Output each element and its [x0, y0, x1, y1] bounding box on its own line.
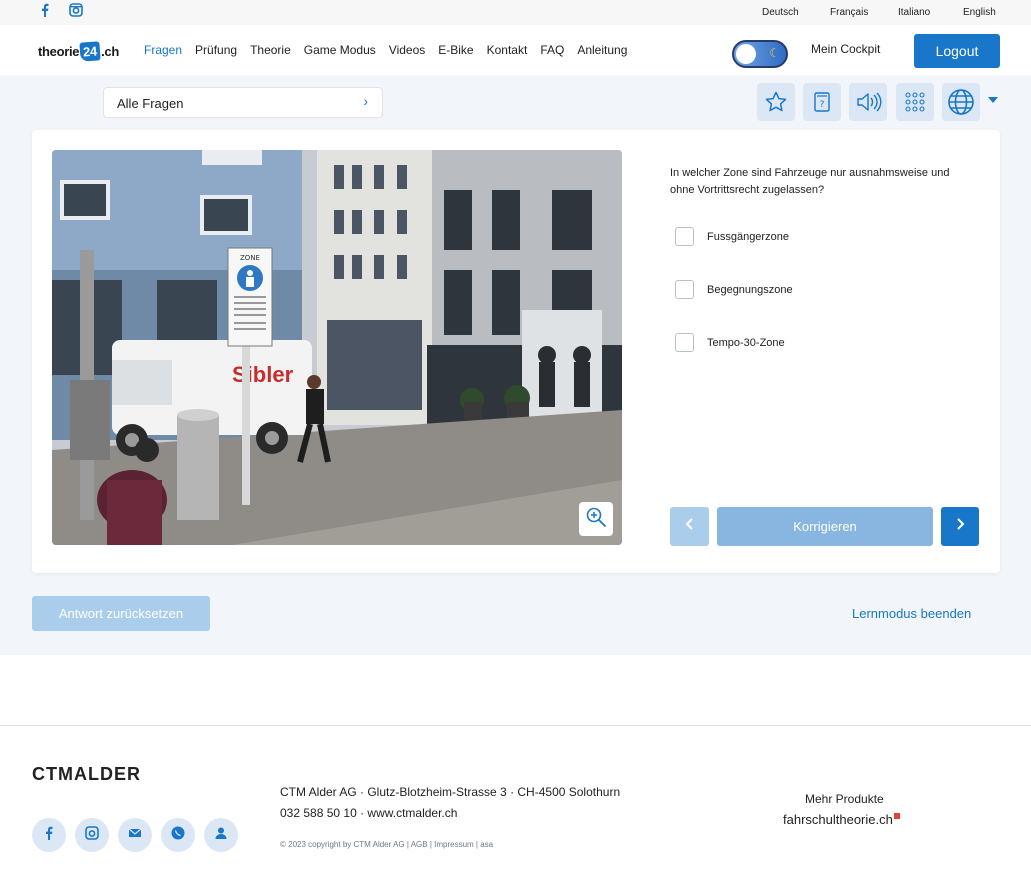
audio-button[interactable] — [849, 83, 887, 121]
answer-option-3[interactable]: Tempo-30-Zone — [675, 333, 785, 352]
answer-checkbox-1[interactable] — [675, 227, 694, 246]
nav-videos[interactable]: Videos — [389, 43, 425, 57]
whatsapp-icon — [170, 825, 186, 846]
lang-deutsch[interactable]: Deutsch — [762, 7, 799, 18]
company-contact: 032 588 50 10 · www.ctmalder.ch — [280, 806, 458, 820]
nav-pruefung[interactable]: Prüfung — [195, 43, 237, 57]
nav-anleitung[interactable]: Anleitung — [577, 43, 627, 57]
user-icon — [214, 826, 228, 845]
footer-email-button[interactable] — [118, 818, 152, 852]
site-logo[interactable]: theorie 24 .ch — [38, 38, 119, 64]
question-card: Sibler ZONE In welcher Zone sind Fahrzeu… — [32, 130, 1000, 573]
question-image: Sibler ZONE — [52, 150, 622, 545]
footer-whatsapp-button[interactable] — [161, 818, 195, 852]
nav-theorie[interactable]: Theorie — [250, 43, 291, 57]
footer-instagram-button[interactable] — [75, 818, 109, 852]
fahrschultheorie-link[interactable]: fahrschultheorie.ch — [783, 812, 900, 827]
answer-option-2[interactable]: Begegnungszone — [675, 280, 793, 299]
instagram-icon[interactable] — [69, 3, 83, 22]
zoom-button[interactable] — [579, 502, 613, 536]
quit-learn-mode-link[interactable]: Lernmodus beenden — [852, 606, 971, 621]
nav-faq[interactable]: FAQ — [540, 43, 564, 57]
question-filter-select[interactable]: Alle Fragen › — [103, 87, 383, 118]
nav-e-bike[interactable]: E-Bike — [438, 43, 473, 57]
instagram-icon — [85, 825, 99, 845]
chevron-left-icon — [684, 517, 696, 536]
help-card-icon: ? — [812, 90, 832, 114]
globe-icon — [947, 88, 975, 116]
chevron-right-icon — [954, 517, 966, 536]
question-text: In welcher Zone sind Fahrzeuge nur ausna… — [670, 167, 950, 196]
ctm-alder-logo[interactable]: CTMALDER — [32, 764, 141, 785]
favorite-button[interactable] — [757, 83, 795, 121]
logo-badge: 24 — [79, 40, 101, 62]
facebook-icon[interactable] — [39, 3, 51, 22]
copyright-text: © 2023 copyright by CTM Alder AG | AGB |… — [280, 840, 494, 849]
nav-fragen[interactable]: Fragen — [144, 43, 182, 57]
answer-checkbox-2[interactable] — [675, 280, 694, 299]
company-address: CTM Alder AG · Glutz-Blotzheim-Strasse 3… — [280, 785, 621, 799]
previous-question-button[interactable] — [670, 507, 709, 546]
reset-answer-button[interactable]: Antwort zurücksetzen — [32, 596, 210, 631]
mail-icon — [128, 826, 142, 844]
toggle-knob — [736, 44, 756, 64]
chevron-down-icon[interactable] — [988, 97, 998, 103]
nav-game-modus[interactable]: Game Modus — [304, 43, 376, 57]
language-button[interactable] — [942, 83, 980, 121]
next-question-button[interactable] — [941, 507, 979, 546]
dark-mode-toggle[interactable]: ☾ — [732, 40, 788, 68]
correct-button[interactable]: Korrigieren — [717, 507, 933, 546]
fahrschultheorie-text: fahrschultheorie.ch — [783, 812, 893, 827]
facebook-icon — [43, 826, 55, 845]
star-icon — [764, 90, 788, 114]
swiss-flag-icon — [893, 813, 900, 819]
lang-english[interactable]: English — [963, 7, 996, 18]
main-nav: Fragen Prüfung Theorie Game Modus Videos… — [144, 43, 640, 57]
logout-button[interactable]: Logout — [914, 34, 1000, 68]
answer-label-2: Begegnungszone — [707, 283, 793, 296]
answer-checkbox-3[interactable] — [675, 333, 694, 352]
lang-francais[interactable]: Français — [830, 7, 868, 18]
more-products-label: Mehr Produkte — [805, 792, 884, 806]
van-logo-text: Sibler — [232, 362, 294, 387]
main-content: Alle Fragen › ? Sibler ZONE In welcher Z… — [0, 75, 1031, 655]
hint-button[interactable]: ? — [803, 83, 841, 121]
filter-label: Alle Fragen — [117, 96, 184, 111]
zoom-in-icon — [585, 506, 607, 533]
overview-button[interactable] — [896, 83, 934, 121]
cockpit-link[interactable]: Mein Cockpit — [811, 42, 880, 56]
answer-label-1: Fussgängerzone — [707, 230, 789, 243]
logo-suffix: .ch — [101, 43, 120, 59]
footer: CTMALDER CTM Alder AG · Glutz-Blotzheim-… — [0, 725, 1031, 871]
chevron-right-icon: › — [363, 93, 368, 109]
footer-contact-button[interactable] — [204, 818, 238, 852]
main-header: theorie 24 .ch Fragen Prüfung Theorie Ga… — [0, 25, 1031, 75]
speaker-icon — [854, 90, 882, 114]
svg-text:?: ? — [820, 100, 825, 110]
top-bar: Deutsch Français Italiano English — [0, 0, 1031, 25]
sign-zone-text: ZONE — [240, 254, 260, 262]
nav-kontakt[interactable]: Kontakt — [487, 43, 528, 57]
lang-italiano[interactable]: Italiano — [898, 7, 930, 18]
footer-facebook-button[interactable] — [32, 818, 66, 852]
logo-text: theorie — [38, 43, 80, 59]
moon-icon: ☾ — [769, 46, 780, 60]
grid-icon — [903, 90, 927, 114]
answer-label-3: Tempo-30-Zone — [707, 336, 785, 349]
answer-option-1[interactable]: Fussgängerzone — [675, 227, 789, 246]
